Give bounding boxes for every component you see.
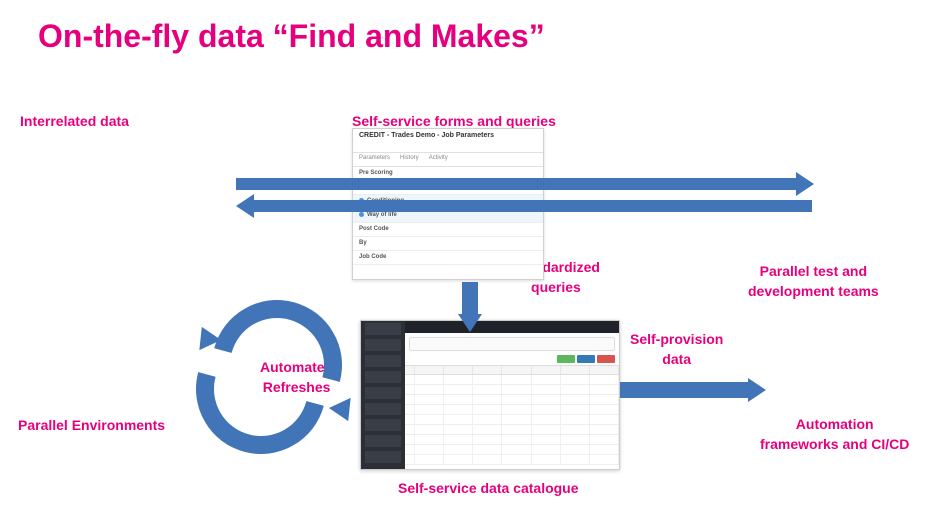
arrow-right-icon: [620, 382, 748, 398]
label-self-provision-data: Self-provisiondata: [630, 330, 723, 369]
label-self-service-catalogue: Self-service data catalogue: [398, 479, 579, 499]
arrow-right-icon: [236, 178, 796, 190]
form-title: CREDIT - Trades Demo - Job Parameters: [359, 132, 537, 139]
arrow-left-head-icon: [236, 194, 254, 218]
form-tab: Parameters: [359, 155, 390, 166]
form-tab: Activity: [429, 155, 448, 166]
catalogue-grid: [405, 365, 619, 469]
label-interrelated-data: Interrelated data: [20, 112, 129, 132]
arrow-left-icon: [254, 200, 812, 212]
page-title: On-the-fly data “Find and Makes”: [38, 18, 545, 55]
arrow-right-head-icon: [796, 172, 814, 196]
arrow-down-head-icon: [458, 314, 482, 332]
catalogue-action-buttons: [405, 355, 619, 365]
catalogue-btn-red: [597, 355, 615, 363]
form-row: By: [353, 237, 543, 251]
catalogue-topbar: [405, 321, 619, 333]
label-parallel-test-teams: Parallel test anddevelopment teams: [748, 262, 879, 301]
form-tab: History: [400, 155, 419, 166]
arrow-right-head-icon: [748, 378, 766, 402]
form-row: Job Code: [353, 251, 543, 265]
catalogue-btn-green: [557, 355, 575, 363]
label-automation-frameworks: Automationframeworks and CI/CD: [760, 415, 909, 454]
catalogue-btn-blue: [577, 355, 595, 363]
label-parallel-environments: Parallel Environments: [18, 416, 165, 436]
data-catalogue-screenshot: [360, 320, 620, 470]
form-tabs: Parameters History Activity: [353, 153, 543, 167]
arrow-down-icon: [462, 282, 478, 314]
form-row: Post Code: [353, 223, 543, 237]
catalogue-sidebar: [361, 321, 405, 469]
circular-arrows-icon: [202, 302, 352, 452]
catalogue-search: [409, 337, 615, 351]
